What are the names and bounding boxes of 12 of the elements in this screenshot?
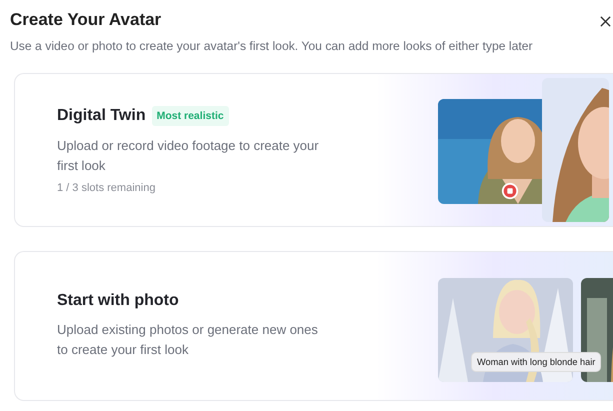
close-icon[interactable]	[600, 16, 611, 26]
option-description: Upload existing photos or generate new ones to create your first look	[57, 321, 319, 359]
option-title: Start with photo	[57, 292, 179, 310]
record-icon[interactable]	[501, 182, 519, 200]
prompt-caption: Woman with long blonde hair	[471, 352, 602, 372]
option-card[interactable]: Start with photo Upload existing photos or generate new ones to create your first look Woman with long blonde hair	[14, 251, 613, 401]
realism-tag: Most realistic	[152, 106, 229, 126]
option-title: Digital Twin	[57, 107, 146, 125]
dialog-subtitle: Use a video or photo to create your avatar's first look. You can add more looks of either type later	[10, 39, 534, 53]
option-description: Upload or record video footage to create your first look	[57, 137, 320, 175]
dialog-title: Create Your Avatar	[10, 10, 162, 30]
slots-count: 1 / 3 slots remaining	[57, 182, 156, 194]
